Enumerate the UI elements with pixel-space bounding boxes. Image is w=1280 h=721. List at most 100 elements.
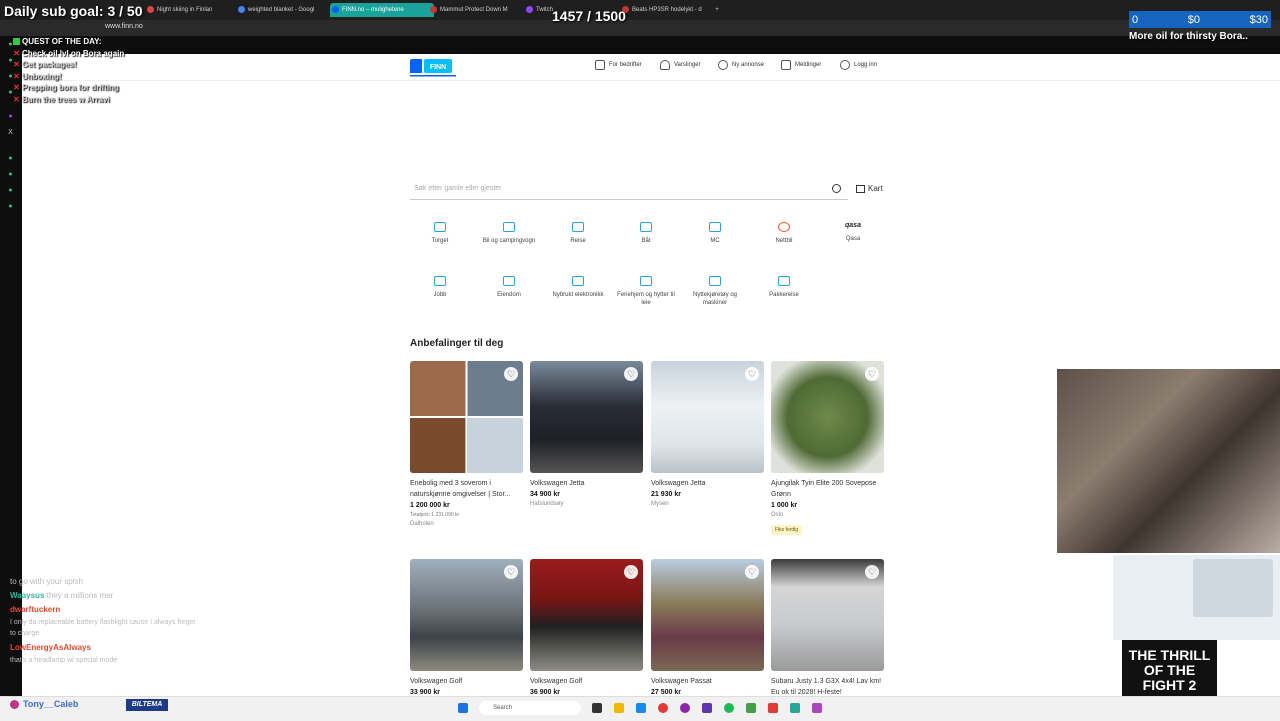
chat-text: to go with your splsh: [10, 577, 83, 586]
new-tab-button[interactable]: +: [712, 3, 722, 17]
category-bat[interactable]: Båt: [612, 222, 680, 245]
file-explorer-icon[interactable]: [614, 703, 624, 713]
listing-image[interactable]: ♡: [530, 361, 643, 473]
listing-price: 1 000 kr: [771, 502, 798, 509]
plus-circle-icon: [718, 60, 728, 70]
category-jobb[interactable]: Jobb: [406, 276, 474, 299]
heart-icon[interactable]: ♡: [504, 367, 518, 381]
tab-finn[interactable]: FINN.no – mulighetene: [330, 3, 434, 17]
app-icon[interactable]: [768, 703, 778, 713]
tab-mammut[interactable]: Mammut Protect Down M: [428, 3, 528, 17]
sidebar-icon[interactable]: ●: [6, 170, 15, 179]
listing-title: Volkswagen Jetta: [651, 480, 706, 487]
search-icon[interactable]: [832, 184, 841, 193]
donation-bar: 0 $0 $30: [1129, 11, 1271, 28]
finn-logo[interactable]: FINN: [410, 59, 456, 77]
tab-beats[interactable]: Beats HP3SR hodelykt - d: [620, 3, 720, 17]
heart-icon[interactable]: ♡: [745, 565, 759, 579]
listing-total-price: Totalpris: 1 231 090 kr: [410, 512, 460, 518]
nav-ny-annonse[interactable]: Ny annonse: [718, 60, 764, 70]
edge-icon[interactable]: [636, 703, 646, 713]
nav-logg-inn[interactable]: Logg inn: [840, 60, 877, 70]
category-label: Nyttekjøretøy og maskiner: [692, 292, 737, 306]
listing-image[interactable]: ♡: [410, 559, 523, 671]
tab-favicon: [332, 6, 339, 13]
search-placeholder: Søk etter gamle eller gjester: [414, 185, 502, 192]
chrome-icon[interactable]: [658, 703, 668, 713]
listing-card[interactable]: ♡ Volkswagen Jetta 21 930 kr Mysen: [651, 361, 764, 507]
listing-card[interactable]: ♡ Subaru Justy 1.3 G3X 4x4! Lav km! Eu o…: [771, 559, 884, 698]
listing-card[interactable]: ♡ Volkswagen Passat 27 500 kr: [651, 559, 764, 696]
app-icon[interactable]: [746, 703, 756, 713]
nav-meldinger[interactable]: Meldinger: [781, 60, 821, 70]
category-nyttekjoretoy[interactable]: Nyttekjøretøy og maskiner: [681, 276, 749, 307]
category-bil[interactable]: Bil og campingvogn: [475, 222, 543, 245]
recommendations-title: Anbefalinger til deg: [410, 338, 504, 349]
tab-night-skiing[interactable]: Night skiing in Finlan: [145, 3, 241, 17]
category-nettbil[interactable]: Nettbil: [750, 222, 818, 245]
streamer-name: Tony__Caleb: [23, 699, 79, 709]
category-nybrukt[interactable]: Nybrukt elektronikk: [544, 276, 612, 299]
briefcase-icon: [434, 276, 446, 286]
url-text[interactable]: www.finn.no: [105, 23, 143, 30]
app-icon[interactable]: [702, 703, 712, 713]
category-pakkereise[interactable]: Pakkereise: [750, 276, 818, 299]
listing-image[interactable]: ♡: [651, 559, 764, 671]
tab-label: Mammut Protect Down M: [440, 7, 508, 13]
tab-label: weighted blanket - Googl: [248, 7, 315, 13]
listing-image[interactable]: ♡: [771, 361, 884, 473]
map-button[interactable]: Kart: [856, 184, 883, 193]
search-input[interactable]: Søk etter gamle eller gjester: [410, 181, 848, 200]
listing-image[interactable]: ♡: [410, 361, 523, 473]
category-feriehjem[interactable]: Feriehjem og hytter til leie: [612, 276, 680, 307]
taskbar-search[interactable]: Search: [479, 701, 581, 715]
category-label: Jobb: [433, 292, 447, 298]
heart-icon[interactable]: ♡: [745, 367, 759, 381]
listing-card[interactable]: ♡ Volkswagen Jetta 34 900 kr Hafslundsøy: [530, 361, 643, 507]
windows-start-icon[interactable]: [458, 703, 468, 713]
category-reise[interactable]: Reise: [544, 222, 612, 245]
listing-image[interactable]: ♡: [651, 361, 764, 473]
chat-text: that's a headlamp w/ special mode: [10, 657, 118, 664]
listing-card[interactable]: ♡ Volkswagen Golf 36 900 kr: [530, 559, 643, 696]
listing-card[interactable]: ♡ Ajungilak Tyin Elite 200 Sovepose Grøn…: [771, 361, 884, 536]
twitch-icon[interactable]: ●: [6, 112, 15, 121]
heart-icon[interactable]: ♡: [865, 367, 879, 381]
listing-price: 21 930 kr: [651, 491, 681, 498]
listing-price: 34 900 kr: [530, 491, 560, 498]
category-torget[interactable]: Torget: [406, 222, 474, 245]
category-eiendom[interactable]: Eiendom: [475, 276, 543, 299]
app-icon[interactable]: [790, 703, 800, 713]
nav-varslinger[interactable]: Varslinger: [660, 60, 701, 70]
listing-card[interactable]: ♡ Enebolig med 3 soverom i naturskjønne …: [410, 361, 523, 527]
tab-weighted-blanket[interactable]: weighted blanket - Googl: [236, 3, 336, 17]
heart-icon[interactable]: ♡: [624, 565, 638, 579]
app-icon[interactable]: [680, 703, 690, 713]
chat-username: LowEnergyAsAlways: [10, 643, 91, 652]
finn-header: [22, 54, 1280, 81]
building-icon: [595, 60, 605, 70]
nav-label: Ny annonse: [732, 62, 765, 68]
listing-price: 27 500 kr: [651, 689, 681, 696]
settings-icon[interactable]: ●: [6, 202, 15, 211]
spotify-icon[interactable]: [724, 703, 734, 713]
listing-image[interactable]: ♡: [530, 559, 643, 671]
tab-label: Night skiing in Finlan: [157, 7, 213, 13]
sidebar-icon[interactable]: ●: [6, 154, 15, 163]
qasa-logo: qasa: [845, 222, 861, 229]
task-view-icon[interactable]: [592, 703, 602, 713]
category-mc[interactable]: MC: [681, 222, 749, 245]
heart-icon[interactable]: ♡: [865, 565, 879, 579]
heart-icon[interactable]: ♡: [624, 367, 638, 381]
listing-location: Dalholen: [410, 521, 434, 527]
listing-card[interactable]: ♡ Volkswagen Golf 33 900 kr: [410, 559, 523, 696]
sidebar-icon[interactable]: ●: [6, 186, 15, 195]
heart-icon[interactable]: ♡: [504, 565, 518, 579]
listing-image[interactable]: ♡: [771, 559, 884, 671]
x-icon[interactable]: X: [6, 128, 15, 137]
category-qasa[interactable]: qasa Qasa: [819, 222, 887, 243]
app-icon[interactable]: [812, 703, 822, 713]
address-bar[interactable]: [0, 20, 1280, 36]
donation-current: $0: [1187, 13, 1200, 26]
nav-for-bedrifter[interactable]: For bedrifter: [595, 60, 642, 70]
